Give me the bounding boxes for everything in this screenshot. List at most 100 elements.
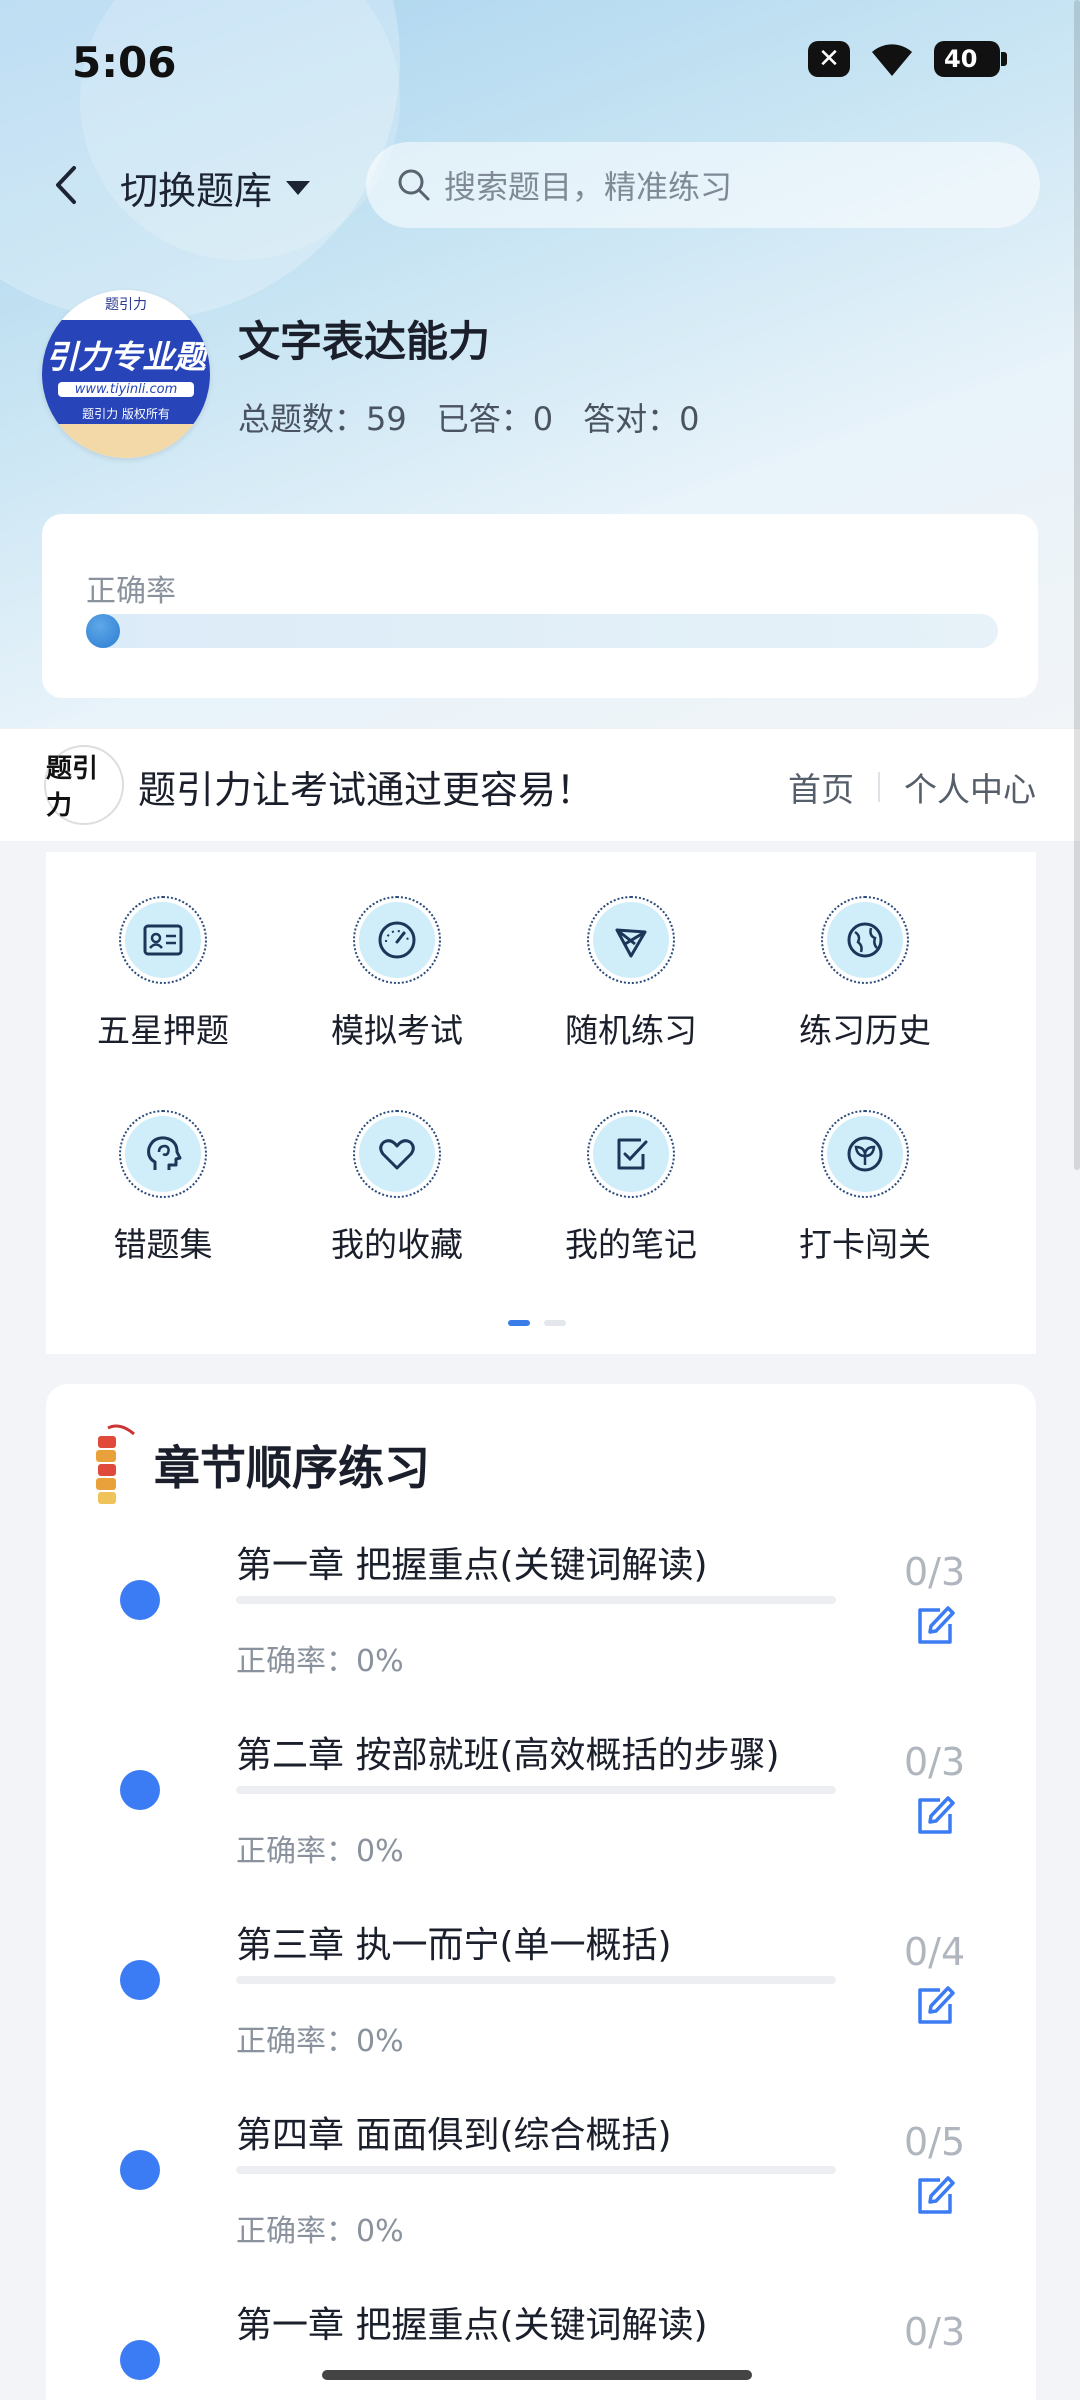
subject-logo: 题引力 引力专业题 www.tiyinli.com 题引力 版权所有 — [42, 290, 210, 458]
menu-wrong-questions[interactable]: 错题集 — [46, 1110, 280, 1324]
chapter-count: 0/5 — [904, 2120, 966, 2164]
accuracy-progress-bar — [86, 614, 998, 648]
chapter-title: 第三章 执一而宁(单一概括) — [236, 1925, 672, 1966]
chapter-item[interactable]: 第三章 执一而宁(单一概括) 正确率：0% 0/4 — [46, 1916, 1036, 2106]
accuracy-card: 正确率 — [42, 514, 1038, 698]
page-dot-active — [508, 1320, 530, 1326]
globe-icon — [847, 922, 883, 958]
network-icon — [615, 928, 647, 958]
chapter-bullet — [120, 2150, 160, 2190]
menu-label: 模拟考试 — [331, 1011, 463, 1050]
chapter-title: 第一章 把握重点(关键词解读) — [236, 2305, 708, 2346]
note-check-icon — [617, 1138, 648, 1170]
subject-stats: 总题数：59 已答：0 答对：0 — [238, 394, 699, 440]
chapter-progress-bar — [236, 1596, 836, 1604]
subject-title: 文字表达能力 — [238, 317, 491, 366]
menu-label: 我的笔记 — [565, 1225, 697, 1264]
speedometer-icon — [378, 921, 416, 959]
status-bar: 5:06 ✕ 40 — [0, 0, 1080, 130]
scrollbar[interactable] — [1074, 0, 1080, 1170]
chapter-item[interactable]: 第二章 按部就班(高效概括的步骤) 正确率：0% 0/3 — [46, 1726, 1036, 1916]
chapter-progress-bar — [236, 1786, 836, 1794]
id-card-icon — [143, 924, 183, 956]
menu-practice-history[interactable]: 练习历史 — [748, 896, 982, 1110]
page-dot — [544, 1320, 566, 1326]
chapter-bullet — [120, 2340, 160, 2380]
switch-bank-label: 切换题库 — [120, 169, 273, 213]
edit-icon[interactable] — [912, 2172, 958, 2218]
brand-bar: 题引力 题引力让考试通过更容易！ 首页 个人中心 — [0, 728, 1080, 842]
feature-grid: 五星押题 模拟考试 随机练习 练习历史 错题集 我的收藏 我的笔记 打卡闯关 — [46, 896, 1036, 1324]
chapter-bullet — [120, 1960, 160, 2000]
chapter-count: 0/3 — [904, 1550, 966, 1594]
page-indicator — [508, 1320, 566, 1326]
heart-icon — [379, 1139, 415, 1170]
feature-menu: 五星押题 模拟考试 随机练习 练习历史 错题集 我的收藏 我的笔记 打卡闯关 — [46, 852, 1036, 1354]
menu-checkin[interactable]: 打卡闯关 — [748, 1110, 982, 1324]
chapter-accuracy: 正确率：0% — [236, 1834, 404, 1869]
chapter-title: 第二章 按部就班(高效概括的步骤) — [236, 1735, 780, 1776]
brand-slogan: 题引力让考试通过更容易！ — [138, 768, 595, 812]
chapter-section-title: 章节顺序练习 — [154, 1441, 430, 1495]
battery-icon: 40 — [934, 41, 1007, 77]
chapter-practice-section: 章节顺序练习 第一章 把握重点(关键词解读) 正确率：0% 0/3 第二章 按部… — [46, 1384, 1036, 2400]
search-placeholder: 搜索题目，精准练习 — [444, 168, 733, 206]
top-bar: 切换题库 搜索题目，精准练习 — [0, 140, 1080, 230]
home-indicator[interactable] — [322, 2370, 752, 2380]
chapter-count: 0/3 — [904, 1740, 966, 1784]
menu-label: 我的收藏 — [331, 1225, 463, 1264]
edit-icon[interactable] — [912, 1982, 958, 2028]
subject-profile: 题引力 引力专业题 www.tiyinli.com 题引力 版权所有 文字表达能… — [42, 290, 1042, 460]
menu-mock-exam[interactable]: 模拟考试 — [280, 896, 514, 1110]
notification-x-icon: ✕ — [808, 41, 850, 77]
chapter-item[interactable]: 第四章 面面俱到(综合概括) 正确率：0% 0/5 — [46, 2106, 1036, 2296]
menu-five-star[interactable]: 五星押题 — [46, 896, 280, 1110]
brand-links: 首页 个人中心 — [788, 763, 1036, 811]
back-arrow-icon[interactable] — [40, 158, 94, 212]
logo-url: www.tiyinli.com — [58, 382, 194, 397]
chapter-bullet — [120, 1770, 160, 1810]
brand-logo: 题引力 — [44, 745, 124, 825]
chapter-bullet — [120, 1580, 160, 1620]
chapter-list: 第一章 把握重点(关键词解读) 正确率：0% 0/3 第二章 按部就班(高效概括… — [46, 1536, 1036, 2400]
chapter-accuracy: 正确率：0% — [236, 2024, 404, 2059]
stat-correct: 答对：0 — [583, 400, 700, 438]
edit-icon[interactable] — [912, 1792, 958, 1838]
brain-head-icon — [147, 1136, 182, 1170]
search-icon — [398, 169, 430, 201]
personal-center-link[interactable]: 个人中心 — [904, 763, 1036, 811]
chapter-title: 第四章 面面俱到(综合概括) — [236, 2115, 672, 2156]
chapter-item[interactable]: 第一章 把握重点(关键词解读) 0/3 — [46, 2296, 1036, 2400]
menu-label: 错题集 — [113, 1225, 213, 1264]
chapter-progress-bar — [236, 1976, 836, 1984]
edit-icon[interactable] — [912, 1602, 958, 1648]
chapter-count: 0/4 — [904, 1930, 966, 1974]
chapter-accuracy: 正确率：0% — [236, 2214, 404, 2249]
caret-down-icon — [286, 180, 311, 195]
menu-favorites[interactable]: 我的收藏 — [280, 1110, 514, 1324]
wifi-icon — [872, 44, 912, 76]
chapter-title: 第一章 把握重点(关键词解读) — [236, 1545, 708, 1586]
menu-label: 练习历史 — [799, 1011, 931, 1050]
status-icons: ✕ 40 — [808, 40, 1007, 78]
divider — [878, 772, 880, 802]
menu-random-practice[interactable]: 随机练习 — [514, 896, 748, 1110]
home-link[interactable]: 首页 — [788, 763, 854, 811]
accuracy-label: 正确率 — [86, 574, 176, 609]
accuracy-progress-knob — [86, 614, 120, 648]
menu-label: 打卡闯关 — [799, 1225, 931, 1264]
logo-main-text: 引力专业题 — [45, 338, 206, 376]
switch-question-bank-button[interactable]: 切换题库 — [120, 160, 311, 215]
search-input[interactable]: 搜索题目，精准练习 — [366, 142, 1040, 228]
firecracker-icon — [96, 1424, 135, 1504]
chapter-heading: 章节顺序练习 — [90, 1422, 430, 1508]
status-time: 5:06 — [72, 38, 177, 87]
menu-notes[interactable]: 我的笔记 — [514, 1110, 748, 1324]
stat-total: 总题数：59 — [238, 400, 407, 438]
stat-answered: 已答：0 — [436, 400, 554, 438]
logo-copyright: 题引力 版权所有 — [82, 407, 170, 421]
chapter-item[interactable]: 第一章 把握重点(关键词解读) 正确率：0% 0/3 — [46, 1536, 1036, 1726]
chapter-count: 0/3 — [904, 2310, 966, 2354]
sprout-icon — [847, 1136, 883, 1172]
chapter-accuracy: 正确率：0% — [236, 1644, 404, 1679]
